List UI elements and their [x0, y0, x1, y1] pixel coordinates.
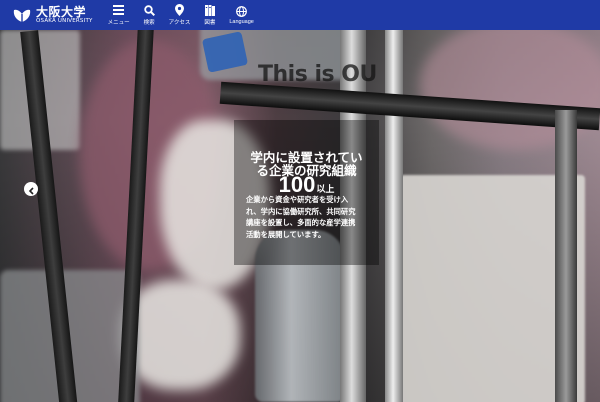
university-logo[interactable]: 大阪大学 OSAKA UNIVERSITY: [0, 0, 101, 30]
logo-name-ja: 大阪大学: [36, 4, 87, 19]
menu-button[interactable]: メニュー: [101, 0, 137, 30]
library-button[interactable]: 図書: [197, 0, 222, 30]
library-icon: [204, 4, 215, 16]
search-label: 検索: [143, 20, 155, 26]
slide-body-line: 講座を設置し、多面的な産学連携: [246, 218, 356, 227]
menu-label: メニュー: [107, 20, 130, 26]
library-label: 図書: [204, 20, 216, 26]
chevron-left-icon: [28, 180, 35, 199]
slide-body: 企業から資金や研究者を受け入 れ、学内に協働研究所、共同研究 講座を設置し、多面…: [246, 194, 376, 240]
language-button[interactable]: Language: [222, 0, 260, 30]
slide-body-line: 企業から資金や研究者を受け入: [246, 195, 349, 204]
carousel-prev-button[interactable]: [24, 182, 38, 196]
access-label: アクセス: [168, 20, 191, 26]
menu-icon: [113, 4, 125, 16]
search-icon: [143, 4, 155, 16]
header-nav: メニュー 検索 アクセス 図書 Language: [101, 0, 261, 30]
slide-body-line: 活動を展開しています。: [246, 229, 326, 239]
search-button[interactable]: 検索: [137, 0, 162, 30]
icho-leaf-icon: [12, 6, 32, 24]
location-pin-icon: [174, 4, 184, 16]
language-label: Language: [229, 19, 254, 25]
access-button[interactable]: アクセス: [162, 0, 198, 30]
slide-overlay-word: This is OU: [258, 62, 377, 87]
slide-body-line: れ、学内に協働研究所、共同研究: [246, 206, 356, 216]
logo-name-en: OSAKA UNIVERSITY: [36, 17, 93, 24]
globe-icon: [236, 5, 247, 17]
site-header: 大阪大学 OSAKA UNIVERSITY メニュー 検索 アクセス 図書 La…: [0, 0, 600, 30]
